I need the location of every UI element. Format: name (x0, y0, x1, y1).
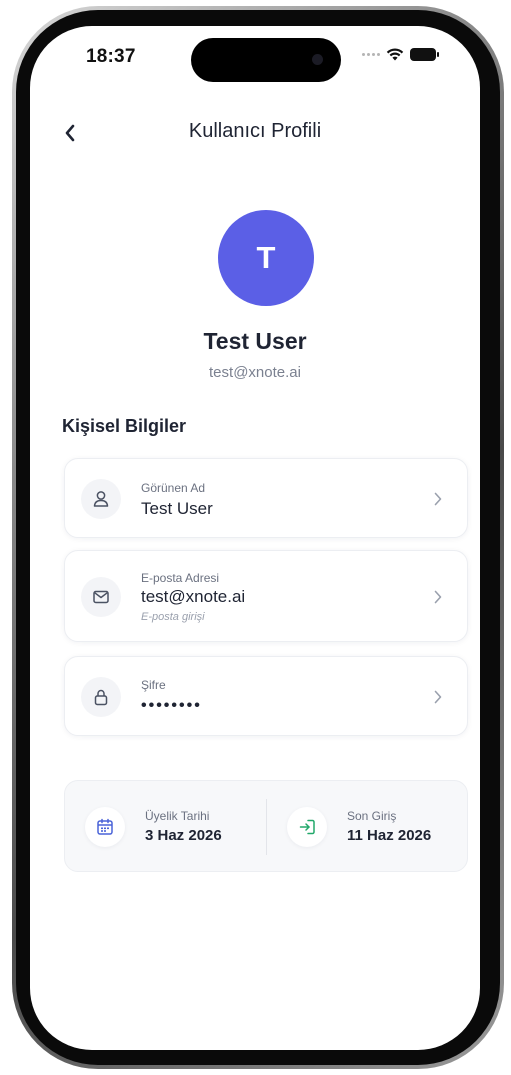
membership-date-label: Üyelik Tarihi (145, 809, 210, 823)
display-name-row[interactable]: Görünen Ad Test User (64, 458, 468, 538)
screen: 18:37 Kullanıcı Profili T Test User test… (30, 26, 480, 1050)
password-value: •••••••• (141, 697, 202, 714)
last-login-label: Son Giriş (347, 809, 397, 823)
status-time: 18:37 (86, 46, 136, 67)
login-icon (287, 807, 327, 847)
account-stats-card: Üyelik Tarihi 3 Haz 2026 Son Giriş 11 Ha… (64, 780, 468, 872)
dynamic-island (191, 38, 341, 82)
last-login-value: 11 Haz 2026 (347, 827, 432, 844)
chevron-right-icon (431, 687, 445, 707)
user-icon (81, 479, 121, 519)
profile-email: test@xnote.ai (209, 364, 301, 381)
section-title: Kişisel Bilgiler (62, 416, 187, 436)
status-icons (362, 48, 439, 61)
camera-dot (312, 54, 323, 65)
nav-bar: Kullanıcı Profili (30, 116, 480, 152)
battery-icon (410, 48, 439, 61)
mail-icon (81, 577, 121, 617)
password-row[interactable]: Şifre •••••••• (64, 656, 468, 736)
membership-date-value: 3 Haz 2026 (145, 827, 222, 844)
email-note: E-posta girişi (141, 611, 205, 623)
chevron-right-icon (431, 489, 445, 509)
password-label: Şifre (141, 678, 166, 692)
membership-date-stat: Üyelik Tarihi 3 Haz 2026 (65, 781, 267, 873)
chevron-right-icon (431, 587, 445, 607)
lock-icon (81, 677, 121, 717)
last-login-stat: Son Giriş 11 Haz 2026 (267, 781, 469, 873)
wifi-icon (386, 48, 404, 61)
avatar: T (218, 210, 314, 306)
calendar-icon (85, 807, 125, 847)
signal-icon (362, 53, 380, 56)
page-title: Kullanıcı Profili (188, 120, 322, 142)
email-row[interactable]: E-posta Adresi test@xnote.ai E-posta gir… (64, 550, 468, 642)
display-name-label: Görünen Ad (141, 481, 206, 495)
email-label: E-posta Adresi (141, 571, 220, 585)
profile-name: Test User (203, 328, 307, 354)
display-name-value: Test User (141, 499, 213, 518)
email-value: test@xnote.ai (141, 587, 246, 606)
